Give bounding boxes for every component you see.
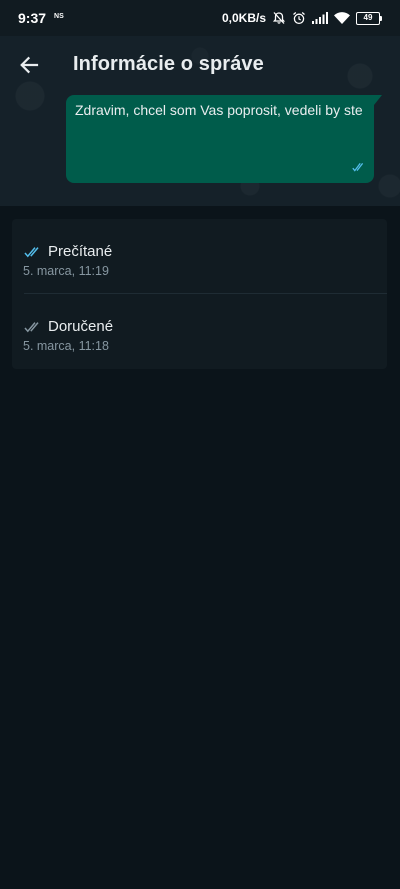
arrow-left-icon [20,56,39,74]
receipt-delivered-time: 5. marca, 11:18 [23,339,109,353]
receipt-read-head: Prečítané [24,243,112,260]
battery-tip [380,15,382,21]
receipt-read-label: Prečítané [48,243,113,260]
status-bar: 9:37 NS 0,0KB/s 49 [0,0,400,36]
double-check-blue-icon [24,246,39,257]
double-check-gray-icon [24,321,39,332]
message-preview-header: Informácie o správe Zdravim, chcel som V… [0,36,400,206]
message-info-screen: 9:37 NS 0,0KB/s 49 Informácie o správe Z… [0,0,400,889]
receipt-delivered-head: Doručené [24,318,113,335]
message-bubble[interactable]: Zdravim, chcel som Vas poprosit, vedeli … [66,95,382,183]
network-speed: 0,0KB/s [221,11,266,25]
wifi-icon [334,12,350,24]
receipt-read-time: 5. marca, 11:19 [23,264,109,278]
mute-icon [272,11,286,25]
status-time: 9:37 [18,10,47,26]
status-indicators: 0,0KB/s 49 [222,11,382,25]
alarm-icon [292,11,306,25]
back-button[interactable] [16,52,42,78]
receipt-delivered-row: Doručené 5. marca, 11:18 [12,294,387,368]
notification-badge: NS [54,12,64,20]
signal-icon [312,12,328,24]
battery-icon: 49 [356,11,382,25]
receipt-read-row: Prečítané 5. marca, 11:19 [12,219,387,293]
battery-level: 49 [356,11,380,25]
double-check-icon [352,159,366,177]
page-title: Informácie o správe [73,53,264,75]
message-text: Zdravim, chcel som Vas poprosit, vedeli … [75,102,363,118]
receipts-card: Prečítané 5. marca, 11:19 Doručené 5. ma… [12,219,387,369]
receipt-delivered-label: Doručené [48,318,114,335]
